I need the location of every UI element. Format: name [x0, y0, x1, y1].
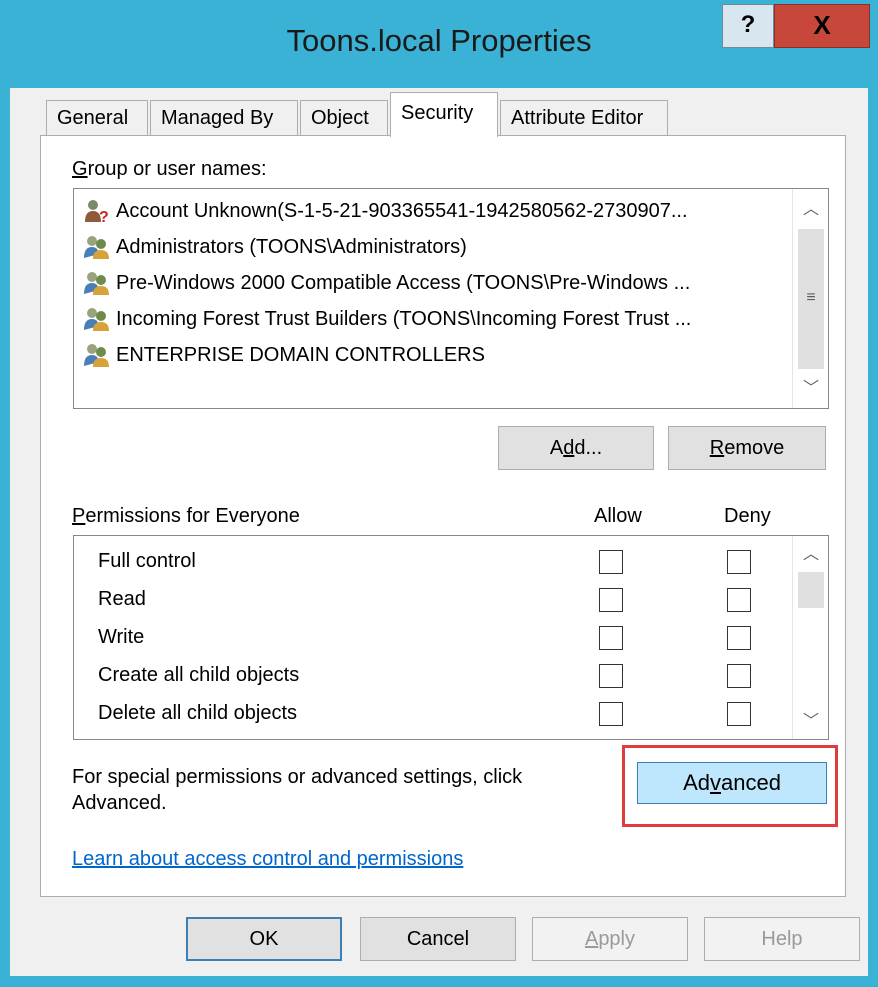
deny-checkbox[interactable]: [727, 626, 751, 650]
close-button[interactable]: X: [774, 4, 870, 48]
list-item[interactable]: ? Account Unknown(S-1-5-21-903365541-194…: [84, 193, 688, 229]
table-row: Full control: [74, 544, 794, 582]
properties-window: Toons.local Properties ? X General Manag…: [0, 0, 878, 987]
permission-name: Write: [98, 626, 145, 648]
help-button[interactable]: Help: [704, 917, 860, 961]
user-name: Pre-Windows 2000 Compatible Access (TOON…: [116, 272, 691, 294]
permission-name: Create all child objects: [98, 664, 300, 686]
deny-checkbox[interactable]: [727, 702, 751, 726]
scroll-thumb[interactable]: [798, 572, 824, 608]
user-name: Incoming Forest Trust Builders (TOONS\In…: [116, 308, 692, 330]
advanced-button[interactable]: Advanced: [637, 762, 827, 804]
learn-access-control-link[interactable]: Learn about access control and permissio…: [72, 848, 463, 871]
group-or-user-names-label: Group or user names:: [72, 158, 267, 180]
tab-security[interactable]: Security: [390, 92, 498, 137]
table-row: Read: [74, 582, 794, 620]
permissions-list[interactable]: Full control Read Write Create all child…: [73, 535, 829, 740]
list-item[interactable]: ENTERPRISE DOMAIN CONTROLLERS: [84, 337, 485, 373]
permission-name: Full control: [98, 550, 196, 572]
deny-column-header: Deny: [724, 505, 771, 527]
list-item[interactable]: Incoming Forest Trust Builders (TOONS\In…: [84, 301, 691, 337]
unknown-user-icon: ?: [84, 198, 110, 226]
group-icon: [84, 306, 110, 332]
remove-button[interactable]: Remove: [668, 426, 826, 470]
scroll-up-icon[interactable]: ︿: [793, 540, 828, 570]
permissions-scrollbar[interactable]: ︿ ﹀: [792, 536, 828, 739]
allow-checkbox[interactable]: [599, 702, 623, 726]
permission-name: Delete all child objects: [98, 702, 297, 724]
special-permissions-text-line2: Advanced.: [72, 792, 167, 814]
deny-checkbox[interactable]: [727, 550, 751, 574]
svg-text:?: ?: [99, 209, 109, 224]
add-button[interactable]: Add...: [498, 426, 654, 470]
user-list-scrollbar[interactable]: ︿ ≡ ﹀: [792, 189, 828, 408]
table-row: Delete all child objects: [74, 696, 794, 734]
help-title-button[interactable]: ?: [722, 4, 774, 48]
permission-name: Read: [98, 588, 146, 610]
user-name: Administrators (TOONS\Administrators): [116, 236, 467, 258]
group-icon: [84, 234, 110, 260]
scroll-down-icon[interactable]: ﹀: [793, 374, 829, 404]
tab-managed-by[interactable]: Managed By: [150, 100, 298, 136]
user-name: Account Unknown(S-1-5-21-903365541-19425…: [116, 200, 688, 222]
deny-checkbox[interactable]: [727, 588, 751, 612]
cancel-button[interactable]: Cancel: [360, 917, 516, 961]
table-row: Create all child objects: [74, 658, 794, 696]
scroll-up-icon[interactable]: ︿: [793, 195, 829, 225]
group-icon: [84, 270, 110, 296]
list-item[interactable]: Pre-Windows 2000 Compatible Access (TOON…: [84, 265, 690, 301]
scroll-down-icon[interactable]: ﹀: [793, 707, 828, 737]
tab-object[interactable]: Object: [300, 100, 388, 136]
allow-checkbox[interactable]: [599, 626, 623, 650]
ok-button[interactable]: OK: [186, 917, 342, 961]
special-permissions-text-line1: For special permissions or advanced sett…: [72, 766, 523, 788]
grip-icon: ≡: [806, 289, 816, 306]
allow-checkbox[interactable]: [599, 664, 623, 688]
table-row: Write: [74, 620, 794, 658]
tab-attribute-editor[interactable]: Attribute Editor: [500, 100, 668, 136]
allow-checkbox[interactable]: [599, 588, 623, 612]
deny-checkbox[interactable]: [727, 664, 751, 688]
group-icon: [84, 342, 110, 368]
user-list[interactable]: ? Account Unknown(S-1-5-21-903365541-194…: [73, 188, 829, 409]
allow-checkbox[interactable]: [599, 550, 623, 574]
tab-general[interactable]: General: [46, 100, 148, 136]
apply-button[interactable]: Apply: [532, 917, 688, 961]
title-bar[interactable]: Toons.local Properties ? X: [0, 0, 878, 88]
allow-column-header: Allow: [594, 505, 642, 527]
scroll-thumb[interactable]: ≡: [798, 229, 824, 369]
list-item[interactable]: Administrators (TOONS\Administrators): [84, 229, 467, 265]
user-name: ENTERPRISE DOMAIN CONTROLLERS: [116, 344, 485, 366]
permissions-for-label: Permissions for Everyone: [72, 505, 300, 527]
